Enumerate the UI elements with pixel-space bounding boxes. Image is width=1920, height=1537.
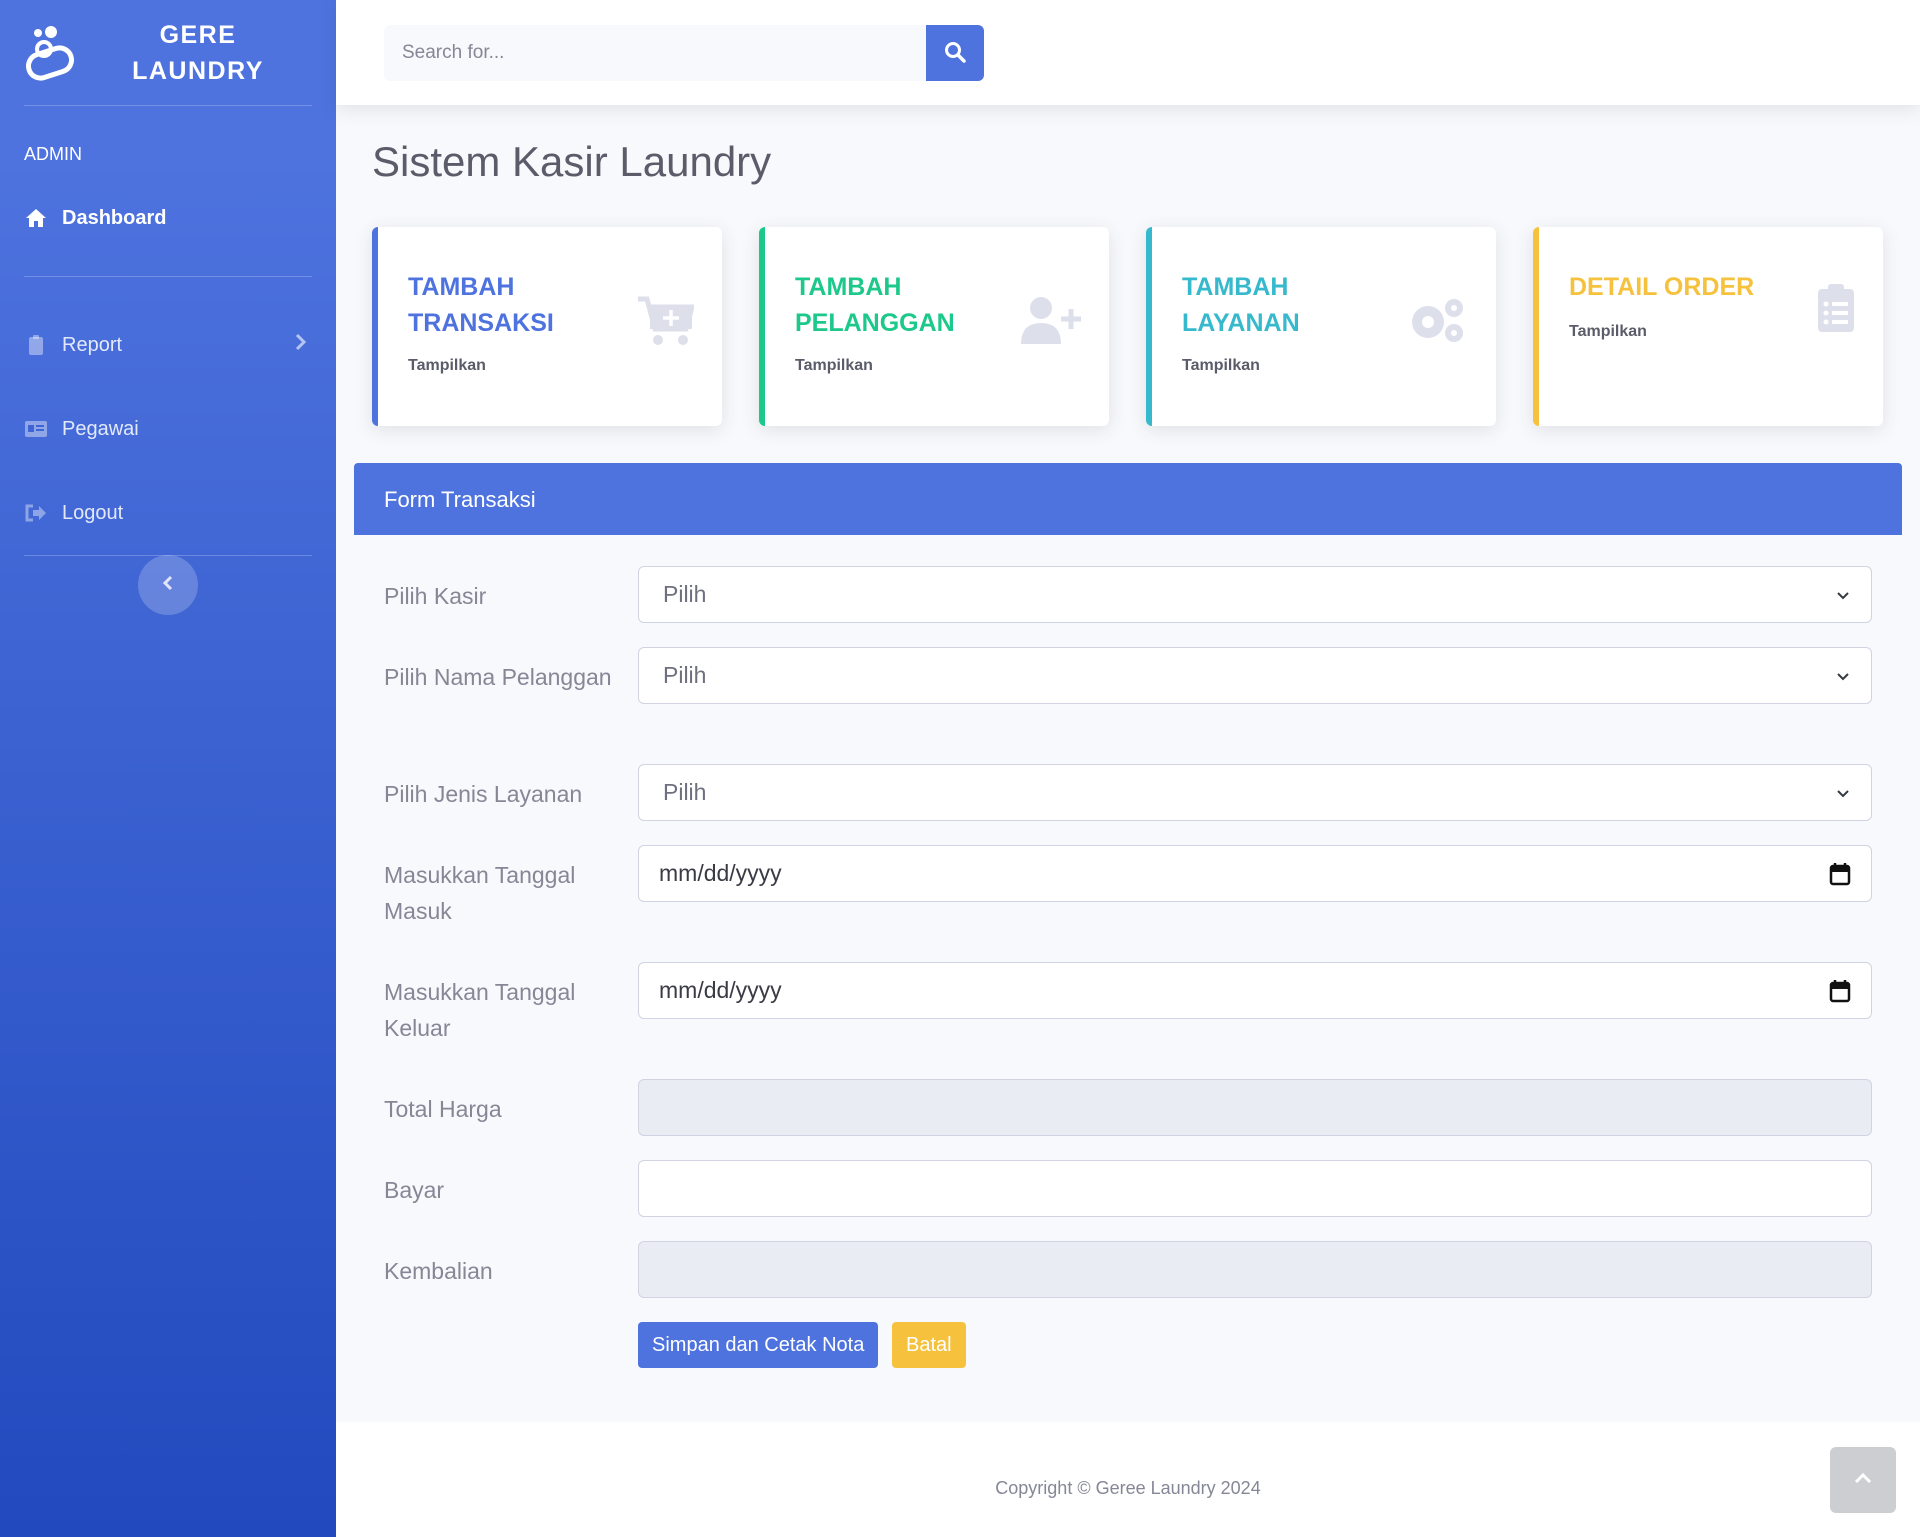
card-tambah-pelanggan[interactable]: TAMBAH PELANGGAN Tampilkan (759, 227, 1109, 426)
id-card-icon (24, 417, 48, 441)
sidebar-heading: ADMIN (24, 144, 82, 164)
select-value: Pilih (663, 779, 707, 805)
sidebar-divider (24, 276, 312, 277)
layanan-select[interactable]: Pilih (638, 764, 1872, 821)
copyright-text: Copyright © Geree Laundry 2024 (995, 1478, 1261, 1498)
pelanggan-select[interactable]: Pilih (638, 647, 1872, 704)
form-label: Pilih Jenis Layanan (384, 781, 583, 807)
clipboard-icon (24, 333, 48, 357)
form-label: Masukkan Tanggal Keluar (384, 979, 576, 1041)
form-header: Form Transaksi (354, 463, 1902, 535)
form-label: Masukkan Tanggal Masuk (384, 862, 576, 924)
sidebar-item-label: Pegawai (62, 417, 139, 440)
calendar-icon[interactable] (1829, 862, 1851, 892)
scroll-to-top-button[interactable] (1830, 1447, 1896, 1513)
clipboard-list-icon (1817, 283, 1855, 338)
kembalian-field (638, 1241, 1872, 1298)
search-button[interactable] (926, 25, 984, 81)
form-label: Pilih Nama Pelanggan (384, 664, 612, 690)
sidebar-toggle-button[interactable] (138, 555, 198, 615)
laundry-bubbles-icon (24, 24, 78, 82)
cart-plus-icon (636, 295, 696, 352)
chevron-right-icon (294, 333, 307, 357)
tanggal-masuk-input[interactable]: mm/dd/yyyy (638, 845, 1872, 902)
user-plus-icon (1019, 295, 1081, 350)
card-title: DETAIL ORDER (1569, 273, 1755, 301)
brand[interactable]: GERE LAUNDRY (0, 0, 336, 105)
brand-name: GERE LAUNDRY (132, 20, 264, 85)
card-tambah-transaksi[interactable]: TAMBAH TRANSAKSI Tampilkan (372, 227, 722, 426)
chevron-down-icon (1835, 585, 1851, 612)
select-value: Pilih (663, 662, 707, 688)
search-bar (384, 25, 984, 81)
card-title: TAMBAH PELANGGAN (795, 273, 955, 337)
date-value: mm/dd/yyyy (659, 860, 782, 886)
footer: Copyright © Geree Laundry 2024 (336, 1422, 1920, 1537)
card-link[interactable]: Tampilkan (795, 357, 873, 375)
page-title: Sistem Kasir Laundry (372, 138, 772, 185)
search-input[interactable] (384, 25, 926, 81)
card-link[interactable]: Tampilkan (408, 357, 486, 375)
bayar-input[interactable] (638, 1160, 1872, 1217)
cancel-button[interactable]: Batal (892, 1322, 966, 1368)
total-harga-field (638, 1079, 1872, 1136)
card-title: TAMBAH TRANSAKSI (408, 273, 554, 337)
form-label: Kembalian (384, 1258, 493, 1284)
card-detail-order[interactable]: DETAIL ORDER Tampilkan (1533, 227, 1883, 426)
sidebar-item-logout[interactable]: Logout (0, 471, 336, 555)
search-icon (944, 41, 966, 66)
calendar-icon[interactable] (1829, 979, 1851, 1009)
card-link[interactable]: Tampilkan (1182, 357, 1260, 375)
chevron-down-icon (1835, 783, 1851, 810)
sidebar-item-label: Report (62, 333, 123, 356)
sidebar-item-report[interactable]: Report (0, 303, 336, 387)
select-value: Pilih (663, 581, 707, 607)
form-label: Bayar (384, 1177, 445, 1203)
sidebar-item-pegawai[interactable]: Pegawai (0, 387, 336, 471)
tanggal-keluar-input[interactable]: mm/dd/yyyy (638, 962, 1872, 1019)
angle-up-icon (1854, 1471, 1872, 1489)
card-link[interactable]: Tampilkan (1569, 323, 1647, 341)
sidebar: GERE LAUNDRY ADMIN Dashboard Report Pega… (0, 0, 336, 1537)
card-tambah-layanan[interactable]: TAMBAH LAYANAN Tampilkan (1146, 227, 1496, 426)
sidebar-item-label: Logout (62, 501, 124, 524)
save-print-button[interactable]: Simpan dan Cetak Nota (638, 1322, 879, 1368)
chevron-left-icon (162, 575, 174, 596)
cogs-icon (1406, 295, 1468, 350)
kasir-select[interactable]: Pilih (638, 566, 1872, 623)
card-title: TAMBAH LAYANAN (1182, 273, 1300, 337)
sidebar-item-label: Dashboard (62, 206, 167, 229)
form-label: Total Harga (384, 1096, 502, 1122)
date-value: mm/dd/yyyy (659, 977, 782, 1003)
sign-out-icon (24, 501, 48, 525)
chevron-down-icon (1835, 666, 1851, 693)
home-icon (24, 206, 48, 230)
sidebar-item-dashboard[interactable]: Dashboard (0, 190, 336, 246)
topbar (336, 0, 1920, 105)
form-label: Pilih Kasir (384, 583, 487, 609)
